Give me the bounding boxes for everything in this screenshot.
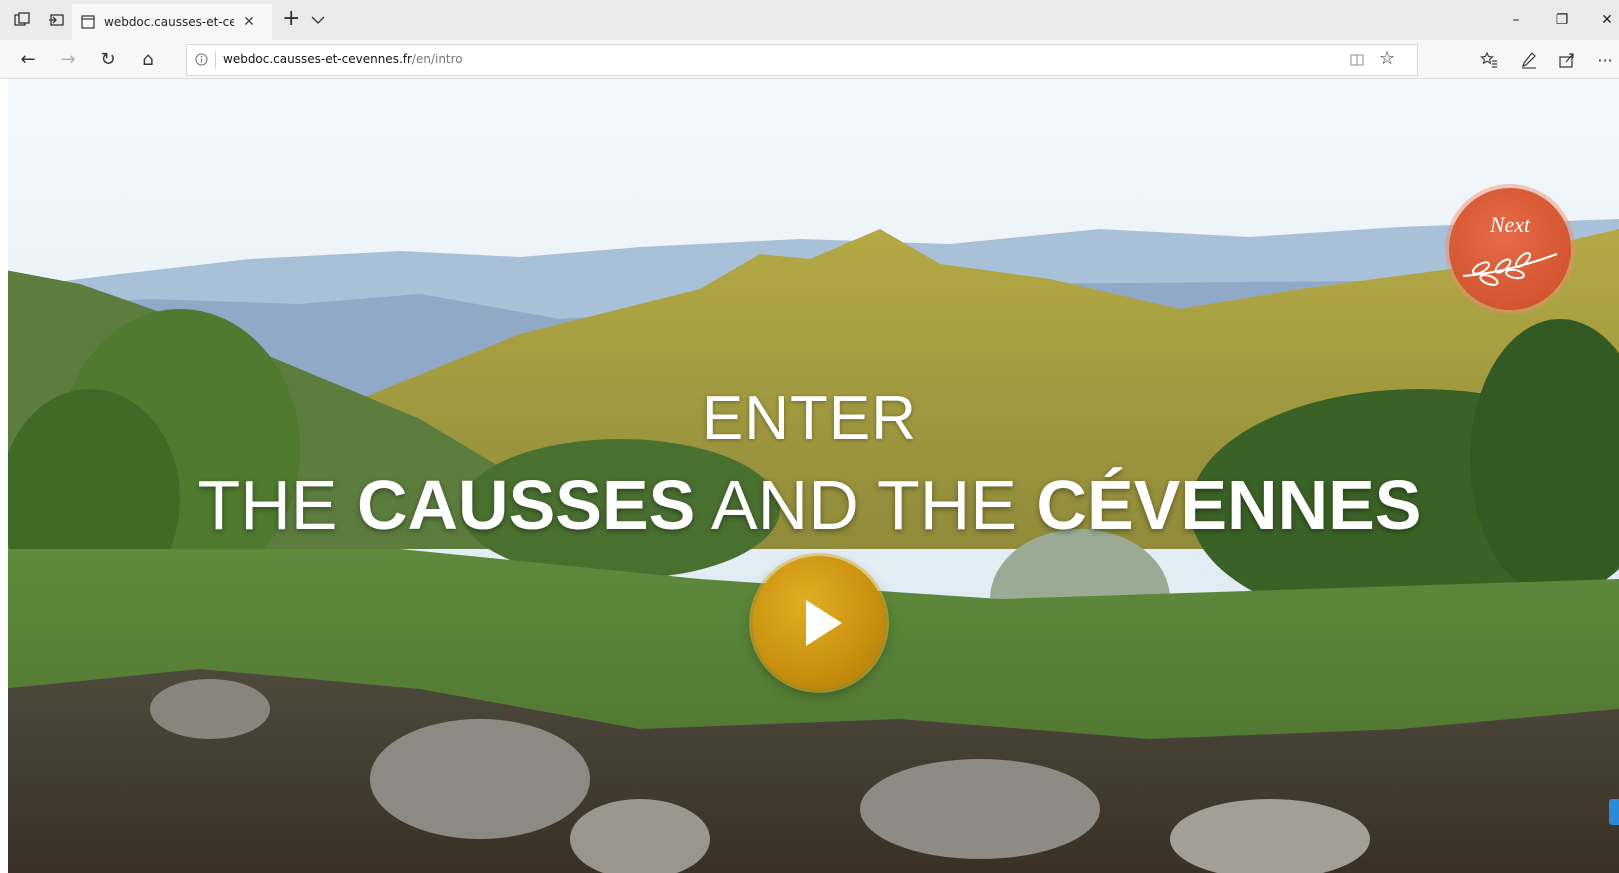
set-aside-tabs-icon[interactable]: [12, 10, 32, 30]
minimize-button[interactable]: –: [1503, 8, 1529, 32]
intro-hero: ENTER THE CAUSSES AND THE CÉVENNES Next: [0, 79, 1619, 873]
tab-close-icon[interactable]: ✕: [242, 14, 256, 30]
back-button[interactable]: ←: [16, 48, 40, 70]
tab-bar: webdoc.causses-et-ceve ✕ + – ❐ ✕: [0, 0, 1619, 40]
more-options-icon[interactable]: ···: [1594, 49, 1616, 71]
address-bar[interactable]: webdoc.causses-et-cevennes.fr/en/intro ☆: [186, 44, 1418, 76]
reading-view-icon[interactable]: [1349, 52, 1365, 68]
favorites-hub-icon[interactable]: [1478, 49, 1500, 71]
url-path: /en/intro: [411, 52, 463, 66]
headline-cevennes: CÉVENNES: [1036, 466, 1422, 544]
play-button[interactable]: [752, 556, 886, 690]
tab-title: webdoc.causses-et-ceve: [104, 15, 234, 29]
headline-and-the: AND THE: [695, 466, 1037, 544]
headline-the: THE: [197, 466, 357, 544]
add-favorite-star-icon[interactable]: ☆: [1379, 48, 1395, 69]
side-widget-badge[interactable]: [1609, 799, 1619, 825]
refresh-button[interactable]: ↻: [96, 48, 120, 70]
share-icon[interactable]: [1556, 49, 1578, 71]
forward-button[interactable]: →: [56, 48, 80, 70]
close-window-button[interactable]: ✕: [1594, 8, 1619, 32]
main-headline: THE CAUSSES AND THE CÉVENNES: [0, 465, 1619, 545]
play-icon: [806, 600, 842, 646]
address-separator: [215, 51, 216, 69]
headline-causses: CAUSSES: [356, 466, 696, 544]
new-tab-button[interactable]: +: [282, 8, 300, 30]
active-tab[interactable]: webdoc.causses-et-ceve ✕: [72, 4, 272, 40]
enter-heading: ENTER: [701, 384, 918, 453]
address-url[interactable]: webdoc.causses-et-cevennes.fr/en/intro: [223, 52, 463, 66]
web-note-pen-icon[interactable]: [1518, 49, 1540, 71]
next-button[interactable]: Next: [1449, 188, 1571, 310]
navigation-bar: ← → ↻ ⌂ webdoc.causses-et-cevennes.fr/en…: [0, 40, 1619, 79]
tab-list-chevron-icon[interactable]: [310, 12, 326, 28]
home-button[interactable]: ⌂: [136, 48, 160, 70]
site-info-icon[interactable]: [193, 51, 209, 67]
maximize-button[interactable]: ❐: [1549, 8, 1575, 32]
leaf-branch-icon: [1462, 252, 1558, 286]
page-favicon-icon: [80, 14, 96, 30]
url-host: webdoc.causses-et-cevennes.fr: [223, 52, 412, 66]
show-set-aside-tabs-icon[interactable]: [46, 10, 66, 30]
next-label: Next: [1489, 212, 1531, 237]
